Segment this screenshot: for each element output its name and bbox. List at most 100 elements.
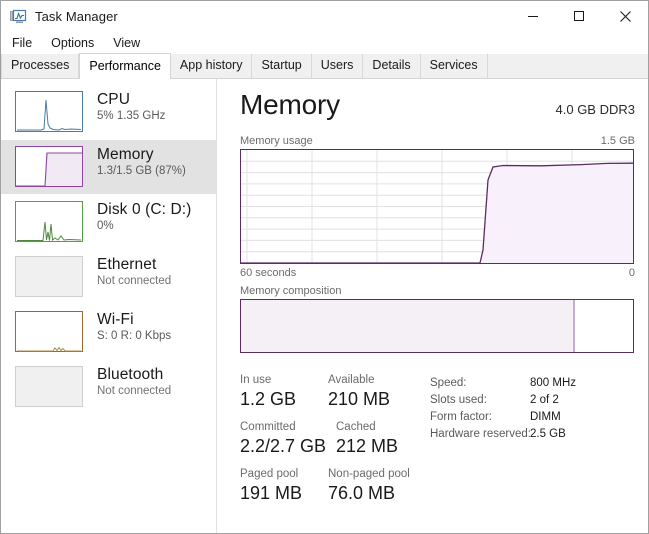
- composition-label: Memory composition: [240, 285, 342, 297]
- task-manager-window: Task Manager File Options View Processes…: [0, 0, 649, 534]
- sidebar-item-sub: Not connected: [97, 275, 172, 288]
- sidebar-memory-labels: Memory 1.3/1.5 GB (87%): [97, 146, 186, 178]
- sidebar-item-label: Memory: [97, 146, 154, 163]
- sidebar-item-label: Ethernet: [97, 256, 157, 273]
- info-key: Slots used:: [430, 394, 487, 406]
- sidebar-item-sub: Not connected: [97, 385, 172, 398]
- bluetooth-thumbnail-graph: [15, 366, 83, 407]
- info-key: Speed:: [430, 377, 467, 389]
- info-key: Hardware reserved:: [430, 428, 531, 440]
- sidebar-item-ethernet[interactable]: Ethernet Not connected: [1, 250, 216, 304]
- stat-cached: Cached 212 MB: [336, 420, 424, 458]
- sidebar-item-label: Bluetooth: [97, 366, 164, 383]
- menu-item-options[interactable]: Options: [43, 34, 102, 52]
- info-row-form-factor: Form factor: DIMM: [430, 409, 640, 426]
- stat-value: 2.2/2.7 GB: [240, 436, 327, 456]
- memory-thumbnail-graph: [15, 146, 83, 187]
- info-row-slots-used: Slots used: 2 of 2: [430, 392, 640, 409]
- sidebar-item-sub: S: 0 R: 0 Kbps: [97, 330, 172, 343]
- memory-spec: 4.0 GB DDR3: [555, 102, 635, 117]
- sidebar-item-memory[interactable]: Memory 1.3/1.5 GB (87%): [1, 140, 216, 194]
- usage-graph-label: Memory usage: [240, 135, 313, 147]
- window-title: Task Manager: [35, 9, 118, 24]
- stat-label: Non-paged pool: [328, 468, 410, 480]
- info-key: Form factor:: [430, 411, 492, 423]
- sidebar-item-label: Wi-Fi: [97, 311, 134, 328]
- content-area: CPU 5% 1.35 GHz Memory 1.3/1.5 GB (87%): [1, 79, 648, 533]
- tab-strip: Processes Performance App history Startu…: [1, 53, 648, 79]
- tab-services[interactable]: Services: [420, 54, 488, 78]
- memory-detail-panel: Memory 4.0 GB DDR3 Memory usage 1.5 GB 6…: [218, 79, 648, 533]
- composition-in-use-segment: [241, 300, 576, 352]
- memory-info-list: Speed: 800 MHz Slots used: 2 of 2 Form f…: [430, 375, 640, 443]
- stat-non-paged-pool: Non-paged pool 76.0 MB: [328, 467, 416, 505]
- page-title: Memory: [240, 89, 340, 120]
- sidebar-item-sub: 0%: [97, 220, 114, 233]
- stat-paged-pool: Paged pool 191 MB: [240, 467, 328, 505]
- panel-header: Memory 4.0 GB DDR3: [240, 89, 635, 121]
- info-row-speed: Speed: 800 MHz: [430, 375, 640, 392]
- sidebar-ethernet-labels: Ethernet Not connected: [97, 256, 171, 288]
- sidebar-wifi-labels: Wi-Fi S: 0 R: 0 Kbps: [97, 311, 171, 343]
- menu-item-file[interactable]: File: [4, 34, 40, 52]
- sidebar-item-sub: 5% 1.35 GHz: [97, 110, 166, 123]
- stat-label: In use: [240, 374, 272, 386]
- maximize-button[interactable]: [556, 1, 602, 31]
- info-row-hardware-reserved: Hardware reserved: 2.5 GB: [430, 426, 640, 443]
- axis-label-right: 0: [628, 267, 635, 279]
- stat-available: Available 210 MB: [328, 373, 416, 411]
- info-value: DIMM: [530, 411, 561, 423]
- usage-graph-max: 1.5 GB: [600, 135, 635, 147]
- minimize-button[interactable]: [510, 1, 556, 31]
- tab-processes[interactable]: Processes: [1, 54, 80, 78]
- stat-in-use: In use 1.2 GB: [240, 373, 328, 411]
- disk-thumbnail-graph: [15, 201, 83, 242]
- ethernet-thumbnail-graph: [15, 256, 83, 297]
- stat-label: Paged pool: [240, 468, 299, 480]
- sidebar-item-bluetooth[interactable]: Bluetooth Not connected: [1, 360, 216, 414]
- sidebar-item-wifi[interactable]: Wi-Fi S: 0 R: 0 Kbps: [1, 305, 216, 359]
- info-value: 2.5 GB: [530, 428, 566, 440]
- stats-row: Committed 2.2/2.7 GB Cached 212 MB: [240, 420, 440, 458]
- axis-label-left: 60 seconds: [240, 267, 297, 279]
- stat-value: 191 MB: [240, 483, 303, 503]
- sidebar-item-cpu[interactable]: CPU 5% 1.35 GHz: [1, 85, 216, 139]
- composition-caption-row: Memory composition: [240, 285, 635, 297]
- tab-users[interactable]: Users: [311, 54, 364, 78]
- cpu-thumbnail-graph: [15, 91, 83, 132]
- tab-app-history[interactable]: App history: [170, 54, 253, 78]
- usage-caption-row: Memory usage 1.5 GB: [240, 135, 635, 147]
- tab-performance[interactable]: Performance: [79, 53, 171, 79]
- stat-value: 212 MB: [336, 436, 399, 456]
- minimize-icon: [528, 16, 538, 17]
- sidebar-item-disk0[interactable]: Disk 0 (C: D:) 0%: [1, 195, 216, 249]
- menu-item-view[interactable]: View: [105, 34, 148, 52]
- stats-row: Paged pool 191 MB Non-paged pool 76.0 MB: [240, 467, 440, 505]
- maximize-icon: [574, 11, 584, 21]
- wifi-thumbnail-graph: [15, 311, 83, 352]
- tab-startup[interactable]: Startup: [252, 54, 312, 78]
- usage-axis-row: 60 seconds 0: [240, 267, 635, 279]
- stat-label: Cached: [336, 421, 376, 433]
- info-value: 2 of 2: [530, 394, 559, 406]
- stat-value: 210 MB: [328, 389, 391, 409]
- sidebar-item-label: CPU: [97, 91, 131, 108]
- tab-details[interactable]: Details: [363, 54, 421, 78]
- sidebar-item-sub: 1.3/1.5 GB (87%): [97, 165, 186, 178]
- sidebar-cpu-labels: CPU 5% 1.35 GHz: [97, 91, 165, 123]
- close-button[interactable]: [602, 1, 648, 31]
- stat-value: 1.2 GB: [240, 389, 297, 409]
- task-manager-icon: [10, 9, 28, 25]
- memory-composition-bar[interactable]: [240, 299, 634, 353]
- sidebar-bluetooth-labels: Bluetooth Not connected: [97, 366, 171, 398]
- resource-sidebar: CPU 5% 1.35 GHz Memory 1.3/1.5 GB (87%): [1, 79, 217, 533]
- stats-row: In use 1.2 GB Available 210 MB: [240, 373, 440, 411]
- stat-committed: Committed 2.2/2.7 GB: [240, 420, 336, 458]
- memory-usage-graph: [240, 149, 634, 264]
- stat-value: 76.0 MB: [328, 483, 396, 503]
- sidebar-disk-labels: Disk 0 (C: D:) 0%: [97, 201, 191, 233]
- close-icon: [619, 10, 631, 22]
- stat-label: Committed: [240, 421, 296, 433]
- title-bar: Task Manager: [1, 1, 648, 32]
- menu-bar: File Options View: [1, 32, 648, 54]
